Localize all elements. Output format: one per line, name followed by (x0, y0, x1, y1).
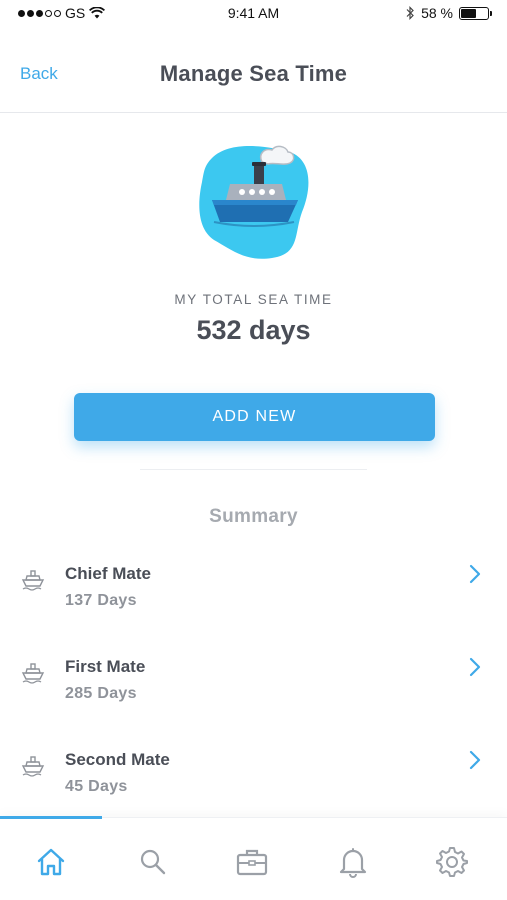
ship-icon (21, 756, 45, 777)
tab-notifications[interactable] (333, 842, 373, 882)
briefcase-icon (236, 849, 268, 876)
tab-settings[interactable] (432, 842, 472, 882)
tab-search[interactable] (133, 842, 173, 882)
rank-title: First Mate (65, 657, 146, 676)
home-icon (37, 848, 65, 876)
total-sea-time-label: MY TOTAL SEA TIME (174, 292, 333, 307)
search-icon (140, 849, 166, 875)
battery-percent: 58 % (421, 5, 453, 21)
tab-home[interactable] (31, 842, 71, 882)
gear-icon (436, 847, 468, 877)
chevron-right-icon (469, 657, 481, 677)
battery-icon (459, 6, 492, 20)
page-title: Manage Sea Time (159, 61, 348, 86)
status-bar: GS 9:41 AM 58 % (0, 0, 507, 28)
active-tab-indicator (0, 816, 102, 819)
ship-icon (21, 570, 45, 591)
rank-row-first-mate[interactable]: First Mate 285 Days (0, 641, 507, 734)
rank-list: Chief Mate 137 Days First Mate 285 Days … (0, 548, 507, 827)
rank-days: 137 Days (65, 592, 137, 609)
summary-heading: Summary (209, 506, 298, 527)
ship-illustration (199, 145, 309, 259)
ship-icon (21, 663, 45, 684)
rank-title: Second Mate (65, 750, 170, 769)
rank-row-second-mate[interactable]: Second Mate 45 Days (0, 734, 507, 827)
add-new-button[interactable]: ADD NEW (74, 393, 435, 441)
rank-days: 285 Days (65, 685, 137, 702)
tab-bar (0, 816, 507, 900)
battery-level-fill (461, 8, 477, 18)
rank-title: Chief Mate (65, 564, 151, 583)
navigation-bar: Back Manage Sea Time (0, 28, 507, 113)
rank-row-chief-mate[interactable]: Chief Mate 137 Days (0, 548, 507, 641)
divider (140, 469, 367, 470)
bell-icon (339, 848, 367, 878)
rank-days: 45 Days (65, 778, 128, 795)
status-right: 58 % (406, 5, 492, 21)
bluetooth-icon (406, 6, 414, 20)
chevron-right-icon (469, 750, 481, 770)
total-sea-time-value: 532 days (196, 315, 311, 345)
tab-jobs[interactable] (232, 842, 272, 882)
chevron-right-icon (469, 564, 481, 584)
